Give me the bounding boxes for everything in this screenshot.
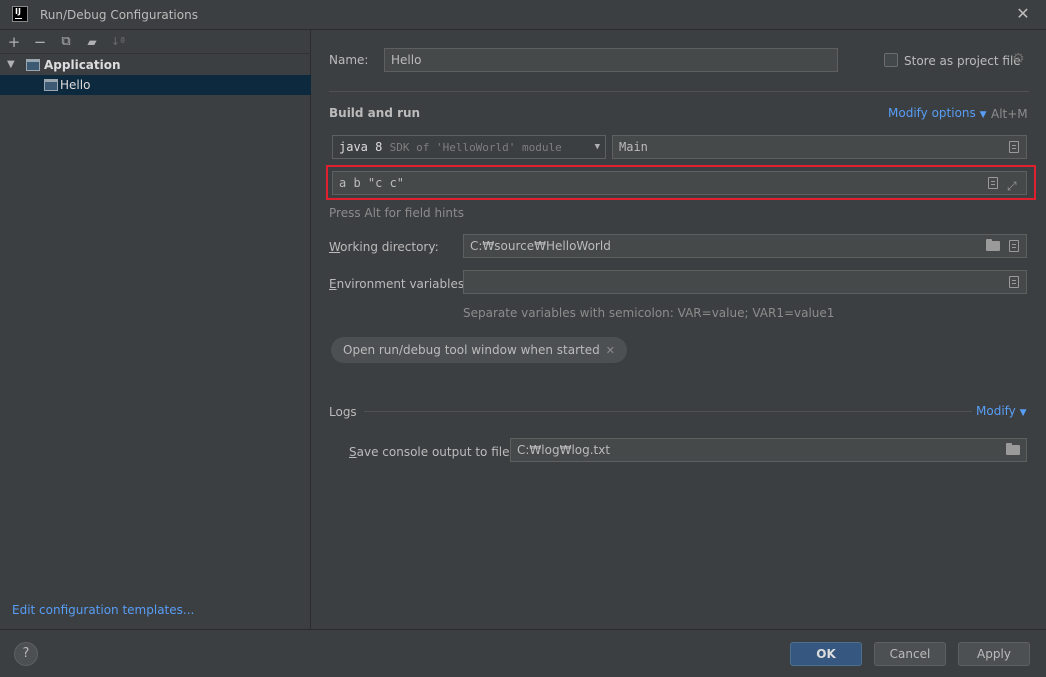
title-bar: IJ Run/Debug Configurations ✕ <box>0 0 1046 30</box>
jdk-select-sub: SDK of 'HelloWorld' module <box>389 141 562 154</box>
jdk-select[interactable]: java 8 SDK of 'HelloWorld' module ▼ <box>332 135 606 159</box>
apply-button[interactable]: Apply <box>958 642 1030 666</box>
move-to-folder-icon[interactable]: ▰ <box>82 32 102 52</box>
cancel-button[interactable]: Cancel <box>874 642 946 666</box>
environment-variables-label: Environment variables: <box>329 277 469 291</box>
chevron-down-icon[interactable]: ▼ <box>595 136 600 158</box>
modify-options-label[interactable]: Modify options <box>888 106 976 120</box>
main-class-input[interactable]: Main <box>612 135 1027 159</box>
copy-configuration-icon[interactable]: ⧉ <box>56 32 76 52</box>
configuration-tree: ▼ Application Hello <box>0 55 311 95</box>
ok-button[interactable]: OK <box>790 642 862 666</box>
working-directory-value: C:₩source₩HelloWorld <box>470 239 611 253</box>
edit-templates-link[interactable]: Edit configuration templates... <box>12 603 194 617</box>
tree-group-label: Application <box>44 58 121 72</box>
chip-label: Open run/debug tool window when started <box>343 343 600 357</box>
intellij-logo-icon: IJ <box>12 6 28 22</box>
help-button[interactable]: ? <box>14 642 38 666</box>
main-class-value: Main <box>619 140 648 154</box>
browse-classes-icon[interactable] <box>1009 141 1019 153</box>
name-label: Name: <box>329 53 369 67</box>
sort-configurations-icon[interactable]: ↓ª <box>108 32 128 52</box>
application-icon <box>26 59 40 71</box>
chevron-down-icon[interactable]: ▼ <box>7 55 15 75</box>
store-as-project-checkbox[interactable] <box>884 53 898 67</box>
logs-divider <box>364 411 972 412</box>
tree-group-application[interactable]: ▼ Application <box>0 55 311 75</box>
chevron-down-icon: ▼ <box>1019 408 1027 418</box>
logs-modify-link[interactable]: Modify ▼ <box>976 404 1027 418</box>
logs-heading: Logs <box>329 405 357 419</box>
program-arguments-input[interactable]: a b "c c" ⤢ <box>332 171 1027 195</box>
configuration-editor: Name: Hello Store as project file ⚙ Buil… <box>312 30 1046 629</box>
environment-hint: Separate variables with semicolon: VAR=v… <box>463 306 835 320</box>
working-directory-label: Working directory: <box>329 240 439 254</box>
build-and-run-heading: Build and run <box>329 106 421 120</box>
name-input[interactable]: Hello <box>384 48 838 72</box>
save-console-label: Save console output to file: <box>349 445 514 459</box>
edit-environment-icon[interactable] <box>1009 276 1019 288</box>
close-icon[interactable]: ✕ <box>1014 5 1032 23</box>
folder-icon[interactable] <box>1006 443 1020 455</box>
configurations-sidebar: + − ⧉ ▰ ↓ª ▼ Application Hello Edit conf… <box>0 30 311 629</box>
working-directory-input[interactable]: C:₩source₩HelloWorld <box>463 234 1027 258</box>
jdk-select-value: java 8 <box>339 140 383 154</box>
modify-options-shortcut: Alt+M <box>991 107 1028 121</box>
divider <box>329 91 1029 92</box>
remove-configuration-icon[interactable]: − <box>30 32 50 52</box>
gear-icon[interactable]: ⚙ <box>1012 51 1025 67</box>
application-config-icon <box>44 79 58 91</box>
open-tool-window-chip[interactable]: Open run/debug tool window when started ✕ <box>331 337 627 363</box>
logs-modify-label[interactable]: Modify <box>976 404 1016 418</box>
insert-macro-icon[interactable] <box>988 177 998 189</box>
save-console-input[interactable]: C:₩log₩log.txt <box>510 438 1027 462</box>
tree-item-hello[interactable]: Hello <box>0 75 311 95</box>
insert-macro-icon[interactable] <box>1009 240 1019 252</box>
chevron-down-icon: ▼ <box>979 110 987 120</box>
expand-icon[interactable]: ⤢ <box>1007 175 1017 194</box>
sidebar-toolbar: + − ⧉ ▰ ↓ª <box>0 30 311 54</box>
close-icon[interactable]: ✕ <box>606 344 615 357</box>
field-hints-text: Press Alt for field hints <box>329 206 464 220</box>
folder-icon[interactable] <box>986 239 1000 251</box>
dialog-footer: ? OK Cancel Apply <box>0 629 1046 677</box>
program-arguments-value: a b "c c" <box>339 176 405 190</box>
window-title: Run/Debug Configurations <box>40 8 198 22</box>
store-as-project-label[interactable]: Store as project file <box>904 54 1021 68</box>
modify-options-link[interactable]: Modify options ▼ <box>888 106 987 120</box>
add-configuration-icon[interactable]: + <box>4 32 24 52</box>
environment-variables-input[interactable] <box>463 270 1027 294</box>
save-console-value: C:₩log₩log.txt <box>517 443 611 457</box>
tree-item-label: Hello <box>60 78 91 92</box>
